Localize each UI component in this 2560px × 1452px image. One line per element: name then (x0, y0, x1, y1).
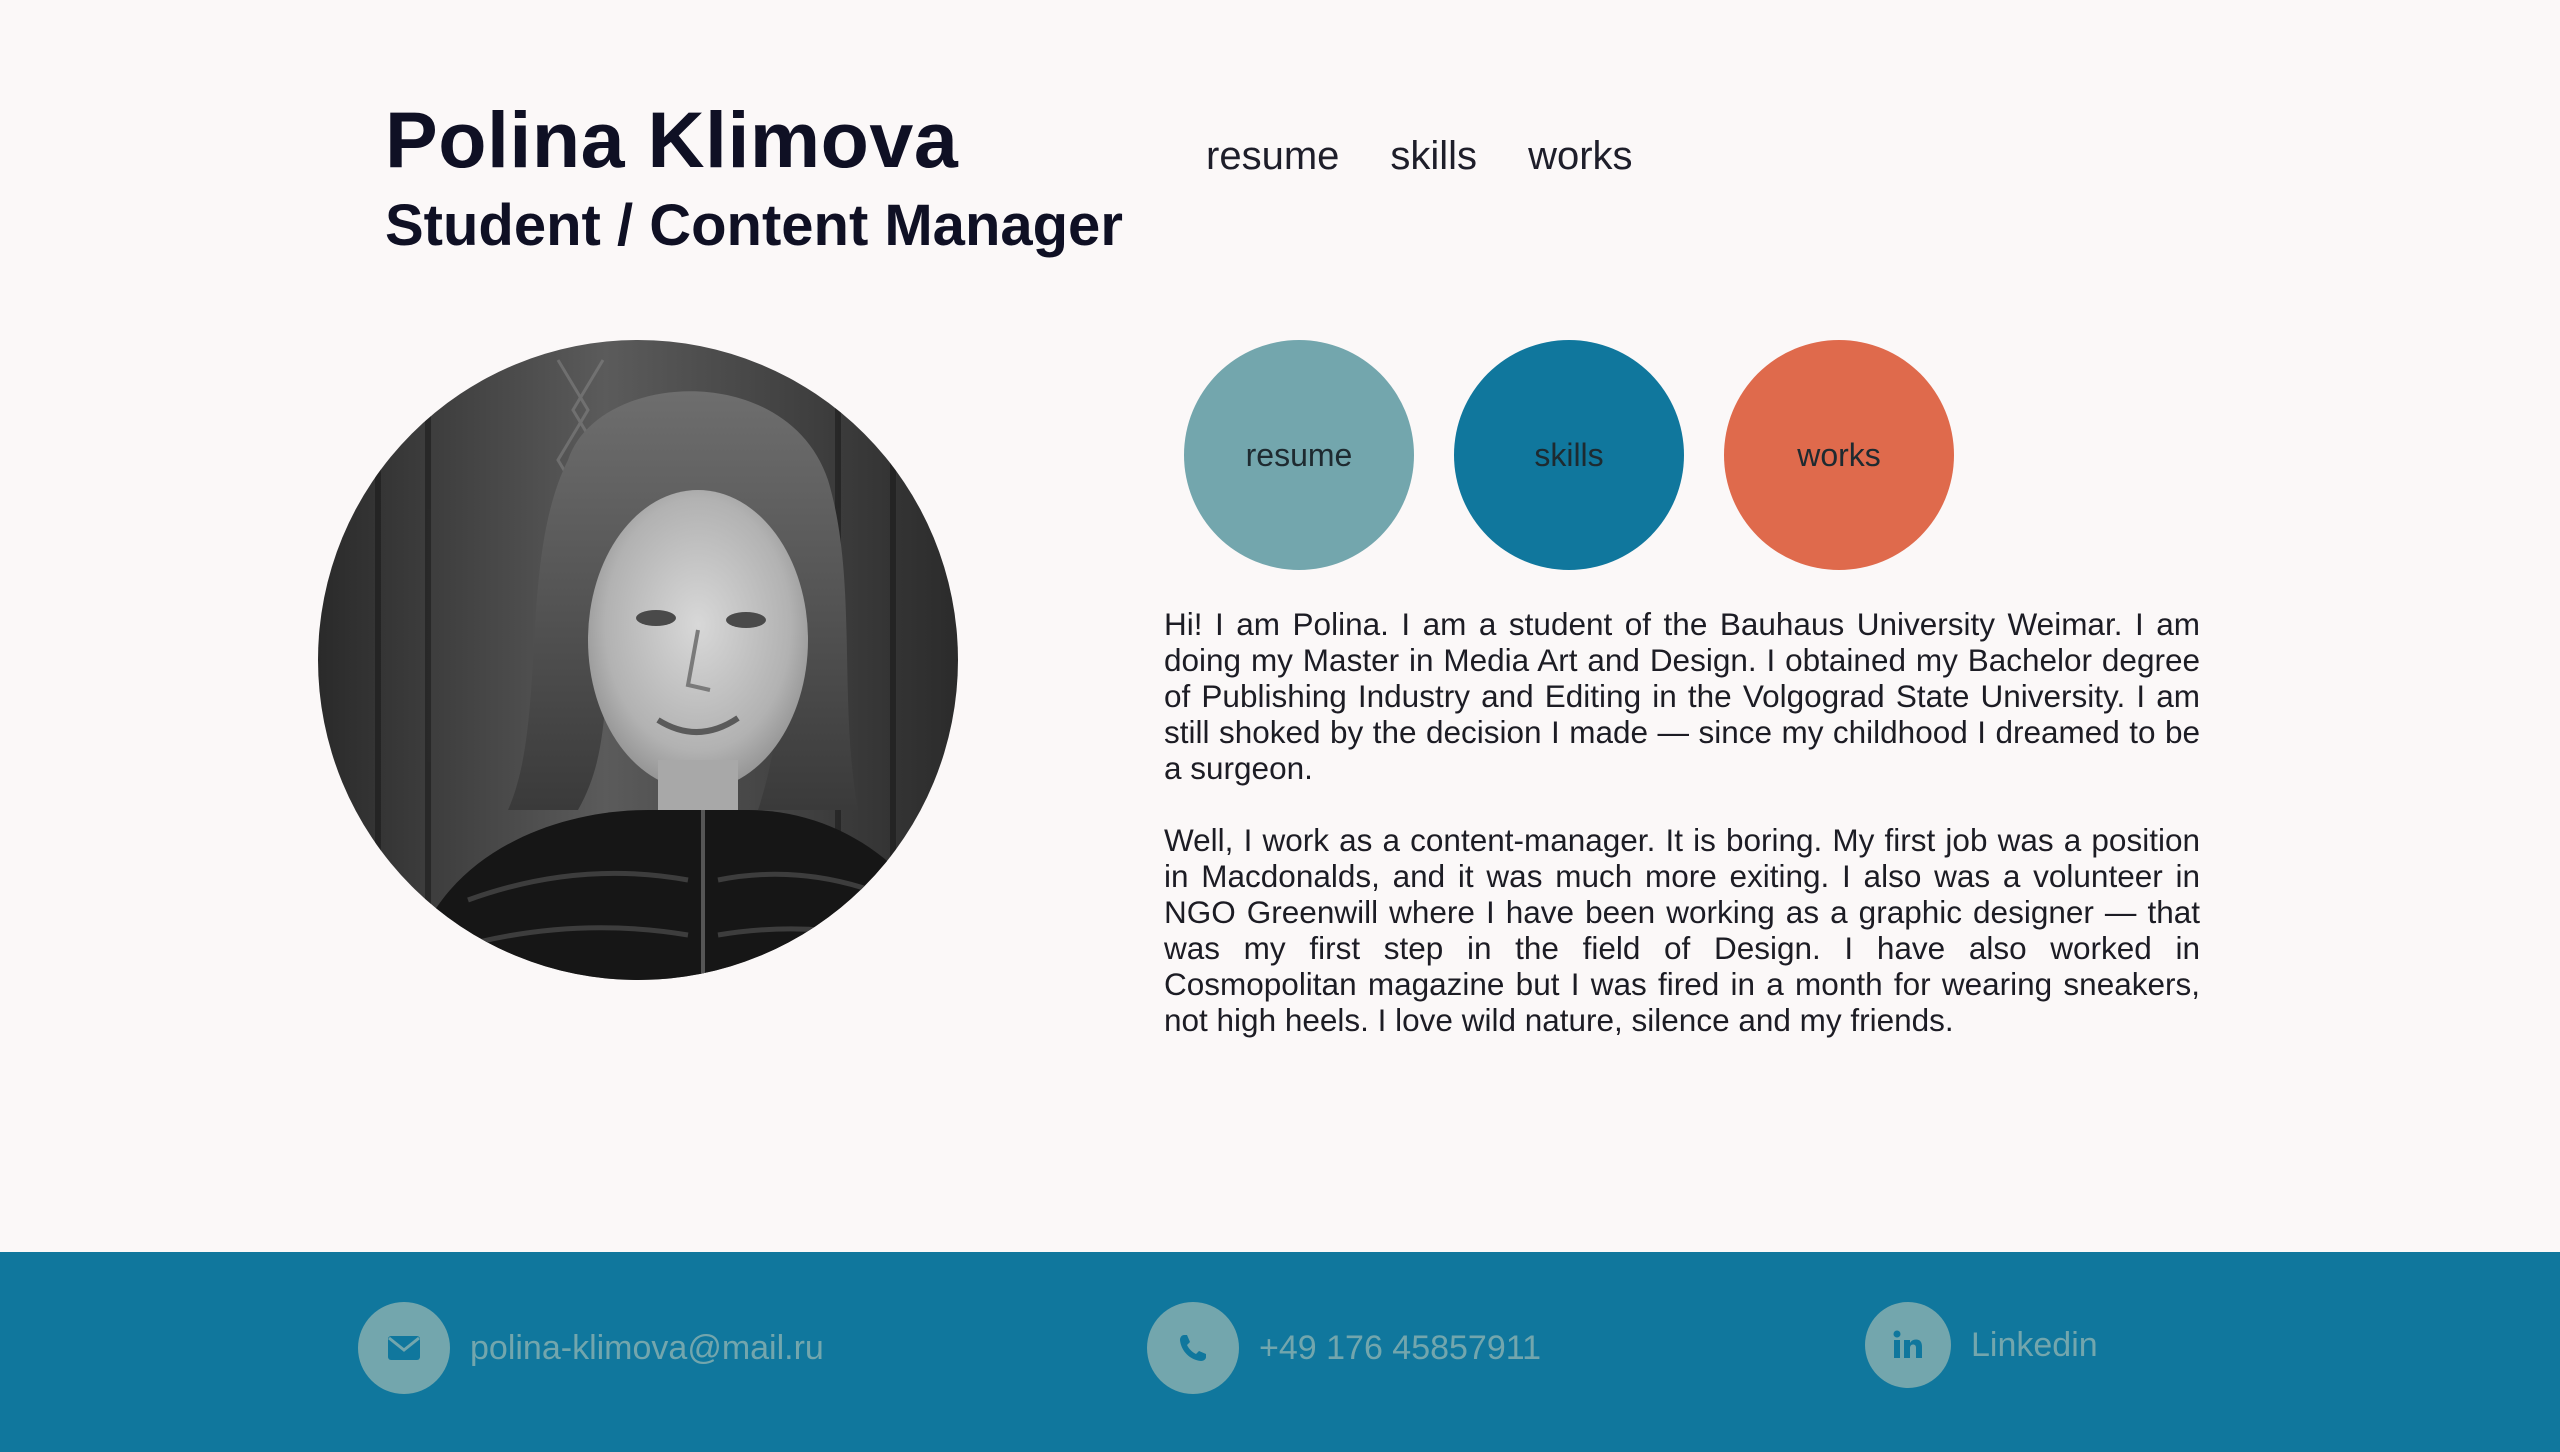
email-label: polina-klimova@mail.ru (470, 1328, 824, 1367)
envelope-icon (358, 1302, 450, 1394)
bio-text: Hi! I am Polina. I am a student of the B… (1164, 606, 2200, 1074)
page-header: Polina Klimova Student / Content Manager (385, 100, 1123, 255)
bio-paragraph-1: Hi! I am Polina. I am a student of the B… (1164, 606, 2200, 786)
phone-label: +49 176 45857911 (1259, 1328, 1542, 1367)
nav-link-resume[interactable]: resume (1206, 136, 1339, 176)
skills-circle-button[interactable]: skills (1454, 340, 1684, 570)
linkedin-label: Linkedin (1971, 1325, 2098, 1364)
top-navigation: resume skills works (1206, 136, 1633, 176)
resume-circle-button[interactable]: resume (1184, 340, 1414, 570)
works-circle-label: works (1797, 436, 1881, 473)
phone-contact-link[interactable]: +49 176 45857911 (1147, 1302, 1541, 1394)
linkedin-icon (1865, 1302, 1951, 1388)
person-name: Polina Klimova (385, 95, 959, 184)
contact-footer: polina-klimova@mail.ru +49 176 45857911 … (0, 1252, 2560, 1452)
section-circles: resume skills works (1184, 340, 1954, 570)
bio-paragraph-2: Well, I work as a content-manager. It is… (1164, 822, 2200, 1038)
person-role: Student / Content Manager (385, 193, 1123, 258)
linkedin-contact-link[interactable]: Linkedin (1865, 1302, 2098, 1388)
nav-link-works[interactable]: works (1528, 136, 1632, 176)
nav-link-skills[interactable]: skills (1390, 136, 1477, 176)
works-circle-button[interactable]: works (1724, 340, 1954, 570)
resume-circle-label: resume (1245, 436, 1353, 473)
skills-circle-label: skills (1534, 436, 1604, 473)
phone-icon (1147, 1302, 1239, 1394)
portrait-photo-icon (318, 340, 958, 980)
profile-photo (318, 340, 958, 980)
email-contact-link[interactable]: polina-klimova@mail.ru (358, 1302, 824, 1394)
